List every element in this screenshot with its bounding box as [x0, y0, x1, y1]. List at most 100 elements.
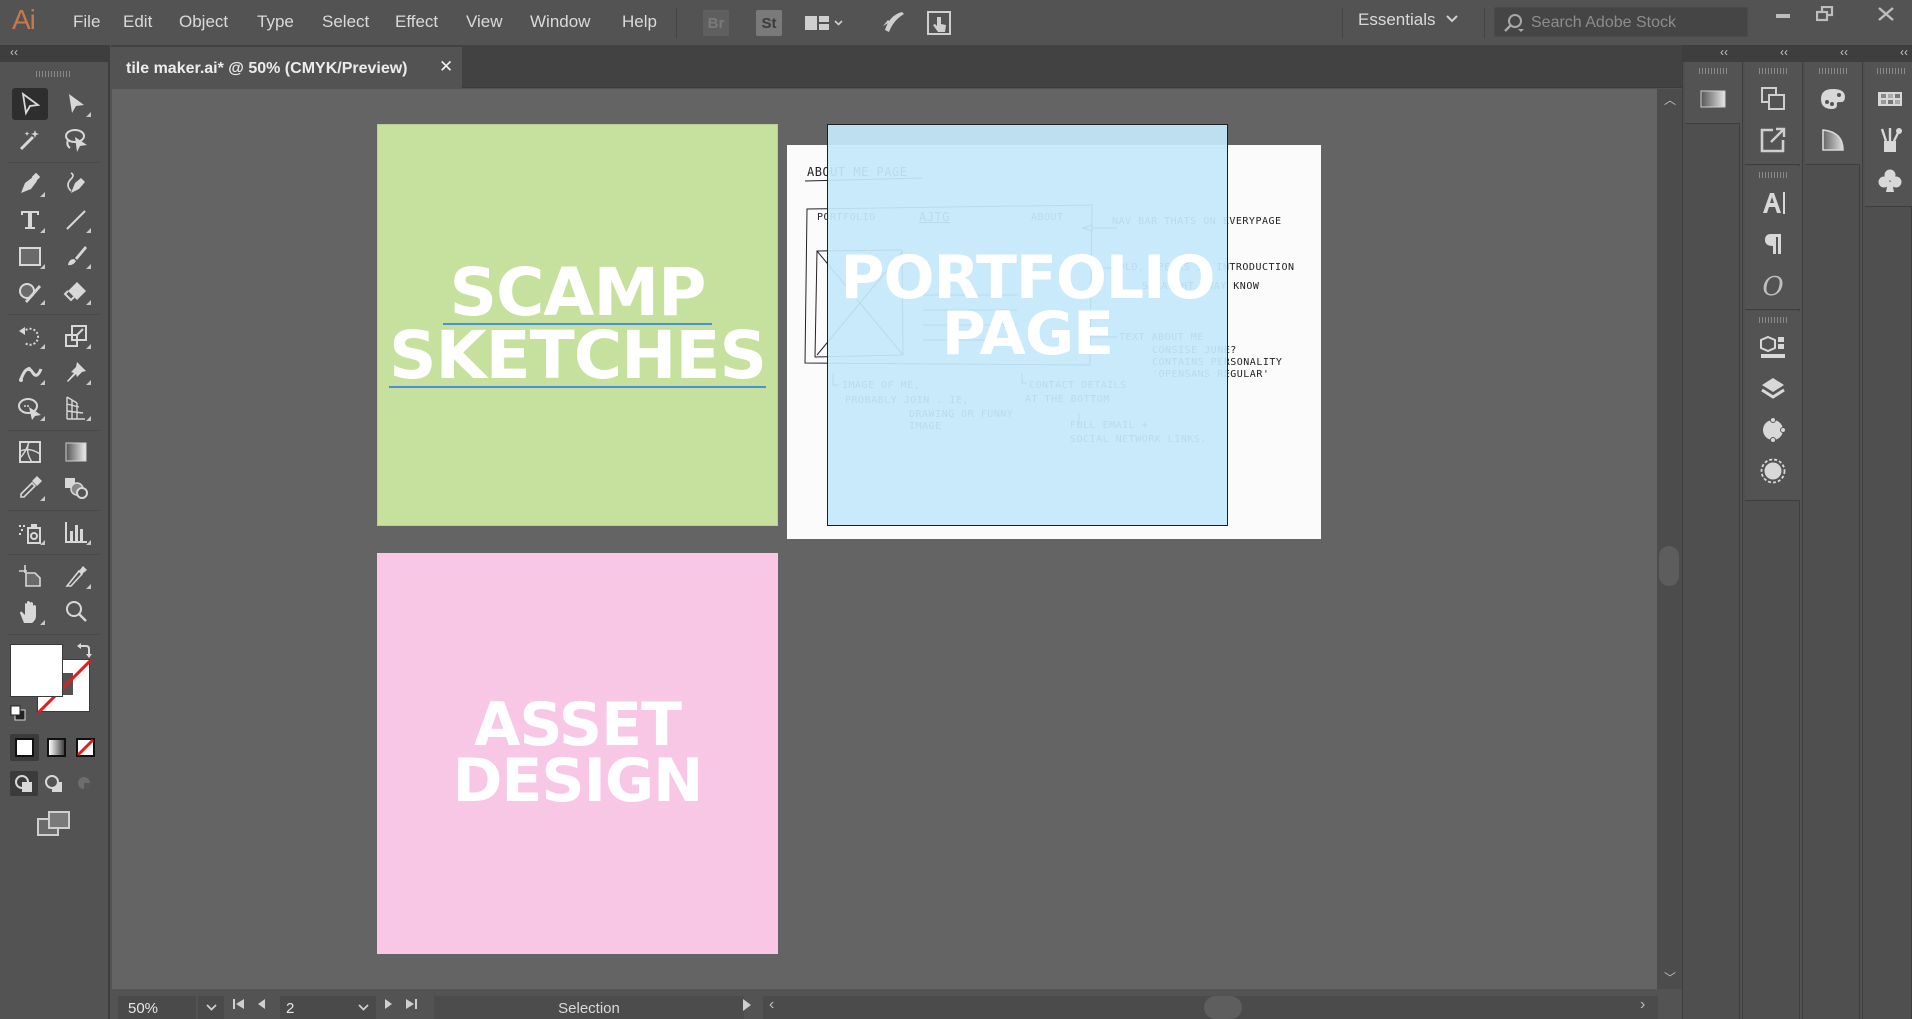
scale-tool[interactable]	[58, 320, 94, 352]
panel-grip[interactable]	[1759, 317, 1787, 323]
perspective-grid-tool[interactable]	[58, 392, 94, 424]
eyedropper-tool[interactable]	[12, 472, 48, 504]
horizontal-scrollbar[interactable]: ‹ ›	[763, 996, 1658, 1019]
menu-type[interactable]: Type	[257, 12, 294, 32]
status-display[interactable]: Selection	[434, 996, 744, 1019]
libraries-panel-button[interactable]	[1758, 333, 1788, 363]
gradient-panel-button[interactable]	[1698, 84, 1728, 114]
panel-grip[interactable]	[1819, 68, 1847, 74]
collapse-icon[interactable]: ‹‹	[1780, 45, 1788, 59]
artboard-number-field[interactable]: 2	[280, 996, 350, 1019]
pin-tool[interactable]	[58, 356, 94, 388]
direct-selection-tool[interactable]	[58, 88, 94, 120]
paragraph-panel-button[interactable]	[1758, 229, 1788, 259]
draw-behind-button[interactable]	[40, 771, 68, 796]
appearance-panel-button[interactable]	[1758, 415, 1788, 445]
dock-collapse-bar[interactable]: ‹‹	[1802, 45, 1862, 62]
first-artboard-button[interactable]	[232, 997, 246, 1014]
menu-select[interactable]: Select	[322, 12, 369, 32]
panel-grip[interactable]	[1759, 68, 1787, 74]
artboard-tool[interactable]	[12, 560, 48, 592]
magic-wand-tool[interactable]	[12, 124, 48, 156]
graphic-styles-panel-button[interactable]	[1758, 456, 1788, 486]
touch-workspace-button[interactable]	[926, 10, 952, 36]
dock-collapse-bar[interactable]: ‹‹	[1742, 45, 1802, 62]
pen-tool[interactable]	[12, 168, 48, 200]
scroll-down-icon[interactable]: ﹀	[1664, 969, 1676, 986]
color-mode-button[interactable]	[10, 734, 39, 761]
panel-grip[interactable]	[1877, 68, 1905, 74]
curvature-tool[interactable]	[58, 168, 94, 200]
export-panel-button[interactable]	[1758, 125, 1788, 155]
blend-tool[interactable]	[58, 472, 94, 504]
opentype-panel-button[interactable]: O	[1758, 270, 1788, 300]
paintbrush-tool[interactable]	[58, 240, 94, 272]
character-panel-button[interactable]	[1758, 188, 1788, 218]
workspace-switcher[interactable]: Essentials	[1358, 10, 1435, 30]
chevron-down-icon[interactable]	[1446, 12, 1458, 27]
gpu-performance-button[interactable]	[880, 10, 906, 36]
none-mode-button[interactable]	[72, 734, 99, 761]
toolbox-collapse-bar[interactable]: ‹‹	[0, 45, 110, 62]
collapse-icon[interactable]: ‹‹	[1720, 45, 1728, 59]
adobe-stock-button[interactable]: St	[756, 10, 782, 36]
draw-normal-button[interactable]	[10, 771, 38, 796]
eraser-tool[interactable]	[58, 276, 94, 308]
vertical-scrollbar[interactable]: ︿ ﹀	[1657, 89, 1682, 989]
rectangle-tool[interactable]	[12, 240, 48, 272]
draw-inside-button[interactable]	[70, 771, 98, 796]
menu-help[interactable]: Help	[622, 12, 657, 32]
adobe-stock-search-input[interactable]: Search Adobe Stock	[1494, 7, 1748, 37]
toolbox-grip[interactable]	[36, 71, 70, 77]
bridge-button[interactable]: Br	[703, 10, 729, 36]
brushes-panel-button[interactable]	[1875, 125, 1905, 155]
menu-object[interactable]: Object	[179, 12, 228, 32]
fill-swatch[interactable]	[10, 644, 63, 697]
tile-scamp-sketches[interactable]: SCAMP SKETCHES	[377, 124, 778, 526]
menu-window[interactable]: Window	[530, 12, 590, 32]
gradient-tool[interactable]	[58, 436, 94, 468]
tile-asset-design[interactable]: ASSET DESIGN	[377, 553, 778, 954]
restore-button[interactable]	[1804, 0, 1846, 27]
menu-file[interactable]: File	[73, 12, 100, 32]
line-segment-tool[interactable]	[58, 204, 94, 236]
swatches-panel-button[interactable]	[1875, 84, 1905, 114]
scroll-up-icon[interactable]: ︿	[1664, 91, 1676, 108]
default-fill-stroke-icon[interactable]	[10, 705, 26, 726]
menu-view[interactable]: View	[466, 12, 503, 32]
collapse-icon[interactable]: ‹‹	[1900, 45, 1908, 59]
shape-builder-tool[interactable]	[12, 392, 48, 424]
zoom-tool[interactable]	[58, 596, 94, 628]
status-menu-button[interactable]	[742, 998, 752, 1015]
scroll-left-icon[interactable]: ‹	[769, 996, 774, 1014]
close-window-button[interactable]	[1860, 0, 1912, 27]
zoom-dropdown-button[interactable]	[198, 996, 224, 1019]
collapse-icon[interactable]: ‹‹	[10, 45, 18, 59]
dock-collapse-bar[interactable]: ‹‹	[1682, 45, 1742, 62]
tile-portfolio-page[interactable]: PORTFOLIO PAGE	[827, 124, 1228, 526]
screen-mode-button[interactable]	[37, 811, 71, 842]
color-panel-button[interactable]	[1818, 84, 1848, 114]
close-tab-icon[interactable]: ✕	[439, 57, 453, 77]
type-tool[interactable]	[12, 204, 48, 236]
shaper-tool[interactable]	[12, 276, 48, 308]
color-guide-panel-button[interactable]	[1818, 125, 1848, 155]
arrange-documents-button[interactable]	[804, 10, 844, 36]
collapse-icon[interactable]: ‹‹	[1840, 45, 1848, 59]
zoom-level-field[interactable]: 50%	[118, 996, 196, 1019]
layers-panel-button[interactable]	[1758, 374, 1788, 404]
menu-edit[interactable]: Edit	[123, 12, 152, 32]
last-artboard-button[interactable]	[404, 997, 418, 1014]
gradient-mode-button[interactable]	[43, 734, 70, 761]
puppet-warp-tool[interactable]	[12, 356, 48, 388]
artboard-canvas[interactable]: SCAMP SKETCHES ABOUT ME PAGE PORTFOLIO A…	[112, 89, 1657, 989]
hand-tool[interactable]	[12, 596, 48, 628]
next-artboard-button[interactable]	[384, 997, 394, 1014]
vertical-scroll-thumb[interactable]	[1659, 546, 1679, 586]
symbols-panel-button[interactable]	[1875, 166, 1905, 196]
rotate-tool[interactable]	[12, 320, 48, 352]
scroll-right-icon[interactable]: ›	[1640, 996, 1645, 1014]
panel-grip[interactable]	[1759, 172, 1787, 178]
artboard-dropdown-button[interactable]	[350, 996, 376, 1019]
document-tab[interactable]: tile maker.ai* @ 50% (CMYK/Preview) ✕	[111, 47, 462, 88]
